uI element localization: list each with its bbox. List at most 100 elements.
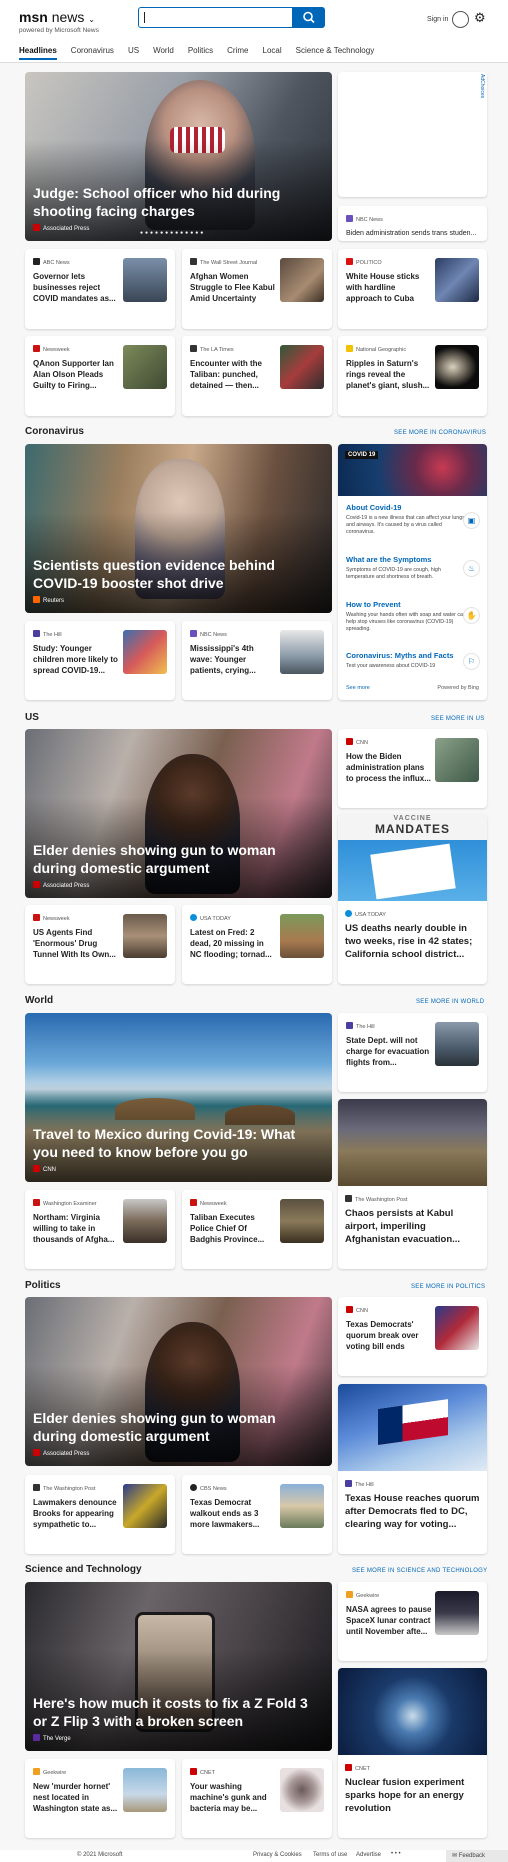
news-card[interactable]: VACCINE MANDATES USA TODAY US deaths nea… bbox=[338, 814, 487, 984]
section-heading: Politics bbox=[25, 1280, 61, 1291]
thumbnail bbox=[280, 914, 324, 958]
more-icon[interactable]: • • • bbox=[391, 1851, 401, 1857]
see-more-link[interactable]: SEE MORE IN CORONAVIRUS bbox=[394, 430, 486, 436]
news-card[interactable]: Newsweek Taliban Executes Police Chief O… bbox=[182, 1190, 332, 1269]
card-title: Texas Democrat walkout ends as 3 more la… bbox=[190, 1498, 260, 1529]
nav-science-technology[interactable]: Science & Technology bbox=[296, 46, 375, 60]
see-more-link[interactable]: SEE MORE IN WORLD bbox=[416, 999, 484, 1005]
covid-item-about[interactable]: About Covid-19 Covid-19 is a new illness… bbox=[346, 503, 466, 536]
adchoices-icon[interactable]: AdChoices bbox=[479, 74, 485, 98]
fusion-image bbox=[338, 1668, 487, 1755]
news-card[interactable]: POLITICO White House sticks with hardlin… bbox=[338, 249, 487, 329]
ad-card[interactable]: AdChoices bbox=[338, 72, 487, 197]
coronavirus-hero-card[interactable]: Scientists question evidence behind COVI… bbox=[25, 444, 332, 613]
news-card[interactable]: The Washington Post Chaos persists at Ka… bbox=[338, 1099, 487, 1269]
news-card[interactable]: Newsweek QAnon Supporter Ian Alan Olson … bbox=[25, 336, 175, 416]
news-card[interactable]: Washington Examiner Northam: Virginia wi… bbox=[25, 1190, 175, 1269]
feedback-icon: ✉ bbox=[452, 1853, 459, 1859]
top-hero-card[interactable]: Judge: School officer who hid during sho… bbox=[25, 72, 332, 241]
card-title: Governor lets businesses reject COVID ma… bbox=[33, 272, 116, 303]
news-card[interactable]: CNN Texas Democrats' quorum break over v… bbox=[338, 1297, 487, 1376]
card-title: White House sticks with hardline approac… bbox=[346, 272, 420, 303]
msn-logo[interactable]: msn news ⌄ bbox=[19, 9, 95, 25]
thumbnail bbox=[280, 345, 324, 389]
card-title: US Agents Find 'Enormous' Drug Tunnel Wi… bbox=[33, 928, 116, 959]
news-card[interactable]: The Hill State Dept. will not charge for… bbox=[338, 1013, 487, 1092]
card-title: Ripples in Saturn's rings reveal the pla… bbox=[346, 359, 430, 390]
scitech-hero-card[interactable]: Here's how much it costs to fix a Z Fold… bbox=[25, 1582, 332, 1751]
thumbnail bbox=[280, 1199, 324, 1243]
news-card[interactable]: The Hill Texas House reaches quorum afte… bbox=[338, 1384, 487, 1554]
covid-item-myths[interactable]: Coronavirus: Myths and Facts Test your a… bbox=[346, 651, 466, 670]
powered-by-bing: Powered by Bing bbox=[437, 685, 479, 691]
thumbnail bbox=[435, 1306, 479, 1350]
card-title: Encounter with the Taliban: punched, det… bbox=[190, 359, 262, 390]
card-title: State Dept. will not charge for evacuati… bbox=[346, 1036, 430, 1067]
nav-us[interactable]: US bbox=[128, 46, 139, 60]
section-heading: Coronavirus bbox=[25, 426, 84, 437]
thumbnail bbox=[123, 258, 167, 302]
covid-item-symptoms[interactable]: What are the Symptoms Symptoms of COVID-… bbox=[346, 555, 466, 581]
airport-image bbox=[338, 1099, 487, 1186]
news-card[interactable]: ABC News Governor lets businesses reject… bbox=[25, 249, 175, 329]
news-card[interactable]: CNET Nuclear fusion experiment sparks ho… bbox=[338, 1668, 487, 1838]
sign-in-link[interactable]: Sign in bbox=[427, 16, 448, 23]
thumbnail bbox=[280, 1484, 324, 1528]
news-card[interactable]: National Geographic Ripples in Saturn's … bbox=[338, 336, 487, 416]
search-button[interactable] bbox=[293, 7, 325, 28]
news-card[interactable]: Geekwire NASA agrees to pause SpaceX lun… bbox=[338, 1582, 487, 1661]
terms-link[interactable]: Terms of use bbox=[313, 1852, 347, 1858]
top-header: msn news ⌄ powered by Microsoft News Sig… bbox=[0, 0, 508, 62]
headline: Travel to Mexico during Covid-19: What y… bbox=[33, 1126, 296, 1160]
news-card[interactable]: Geekwire New 'murder hornet' nest locate… bbox=[25, 1759, 175, 1838]
card-title: Afghan Women Struggle to Flee Kabul Amid… bbox=[190, 272, 275, 303]
feedback-button[interactable]: ✉ Feedback bbox=[446, 1850, 508, 1862]
world-hero-card[interactable]: Travel to Mexico during Covid-19: What y… bbox=[25, 1013, 332, 1182]
card-title: Taliban Executes Police Chief Of Badghis… bbox=[190, 1213, 265, 1244]
news-card[interactable]: Newsweek US Agents Find 'Enormous' Drug … bbox=[25, 905, 175, 984]
search-input[interactable] bbox=[138, 7, 293, 28]
symptoms-icon: ♨ bbox=[463, 560, 480, 577]
news-card[interactable]: The Hill Study: Younger children more li… bbox=[25, 621, 175, 700]
nav-headlines[interactable]: Headlines bbox=[19, 46, 57, 60]
news-card[interactable]: The Washington Post Lawmakers denounce B… bbox=[25, 1475, 175, 1554]
source-label: CNN bbox=[43, 1167, 56, 1173]
source-label: Associated Press bbox=[43, 226, 90, 232]
news-card[interactable]: CNET Your washing machine's gunk and bac… bbox=[182, 1759, 332, 1838]
nav-crime[interactable]: Crime bbox=[227, 46, 248, 60]
section-heading: US bbox=[25, 712, 39, 723]
gear-icon[interactable]: ⚙ bbox=[474, 10, 486, 26]
news-card[interactable]: The LA Times Encounter with the Taliban:… bbox=[182, 336, 332, 416]
nav-coronavirus[interactable]: Coronavirus bbox=[71, 46, 114, 60]
politics-hero-card[interactable]: Elder denies showing gun to woman during… bbox=[25, 1297, 332, 1466]
us-hero-card[interactable]: Elder denies showing gun to woman during… bbox=[25, 729, 332, 898]
news-card[interactable]: CBS News Texas Democrat walkout ends as … bbox=[182, 1475, 332, 1554]
see-more-link[interactable]: SEE MORE IN POLITICS bbox=[411, 1284, 485, 1290]
privacy-link[interactable]: Privacy & Cookies bbox=[253, 1852, 302, 1858]
covid-item-prevent[interactable]: How to Prevent Washing your hands often … bbox=[346, 600, 466, 633]
thumbnail bbox=[123, 630, 167, 674]
nav-local[interactable]: Local bbox=[263, 46, 282, 60]
card-title: Your washing machine's gunk and bacteria… bbox=[190, 1782, 267, 1813]
section-heading: Science and Technology bbox=[25, 1564, 142, 1575]
see-more-link[interactable]: SEE MORE IN SCIENCE AND TECHNOLOGY bbox=[352, 1568, 487, 1574]
avatar-icon[interactable] bbox=[452, 11, 469, 28]
search-icon bbox=[303, 11, 315, 24]
news-card[interactable]: NBC News Biden administration sends tran… bbox=[338, 206, 487, 241]
card-title: Nuclear fusion experiment sparks hope fo… bbox=[345, 1777, 465, 1814]
footer: © 2021 Microsoft Privacy & Cookies Terms… bbox=[0, 1850, 508, 1862]
see-more-link[interactable]: SEE MORE IN US bbox=[431, 716, 485, 722]
carousel-dots[interactable]: ●●●●●●●●●●●●● bbox=[140, 230, 205, 236]
advertise-link[interactable]: Advertise bbox=[356, 1852, 381, 1858]
news-card[interactable]: NBC News Mississippi's 4th wave: Younger… bbox=[182, 621, 332, 700]
thumbnail bbox=[280, 630, 324, 674]
see-more-link[interactable]: See more bbox=[346, 685, 370, 691]
nav-world[interactable]: World bbox=[153, 46, 174, 60]
news-card[interactable]: USA TODAY Latest on Fred: 2 dead, 20 mis… bbox=[182, 905, 332, 984]
news-card[interactable]: The Wall Street Journal Afghan Women Str… bbox=[182, 249, 332, 329]
thumbnail bbox=[435, 1022, 479, 1066]
news-card[interactable]: CNN How the Biden administration plans t… bbox=[338, 729, 487, 808]
powered-by-text: powered by Microsoft News bbox=[19, 27, 99, 34]
covid-banner: COVID 19 bbox=[338, 444, 487, 496]
nav-politics[interactable]: Politics bbox=[188, 46, 213, 60]
